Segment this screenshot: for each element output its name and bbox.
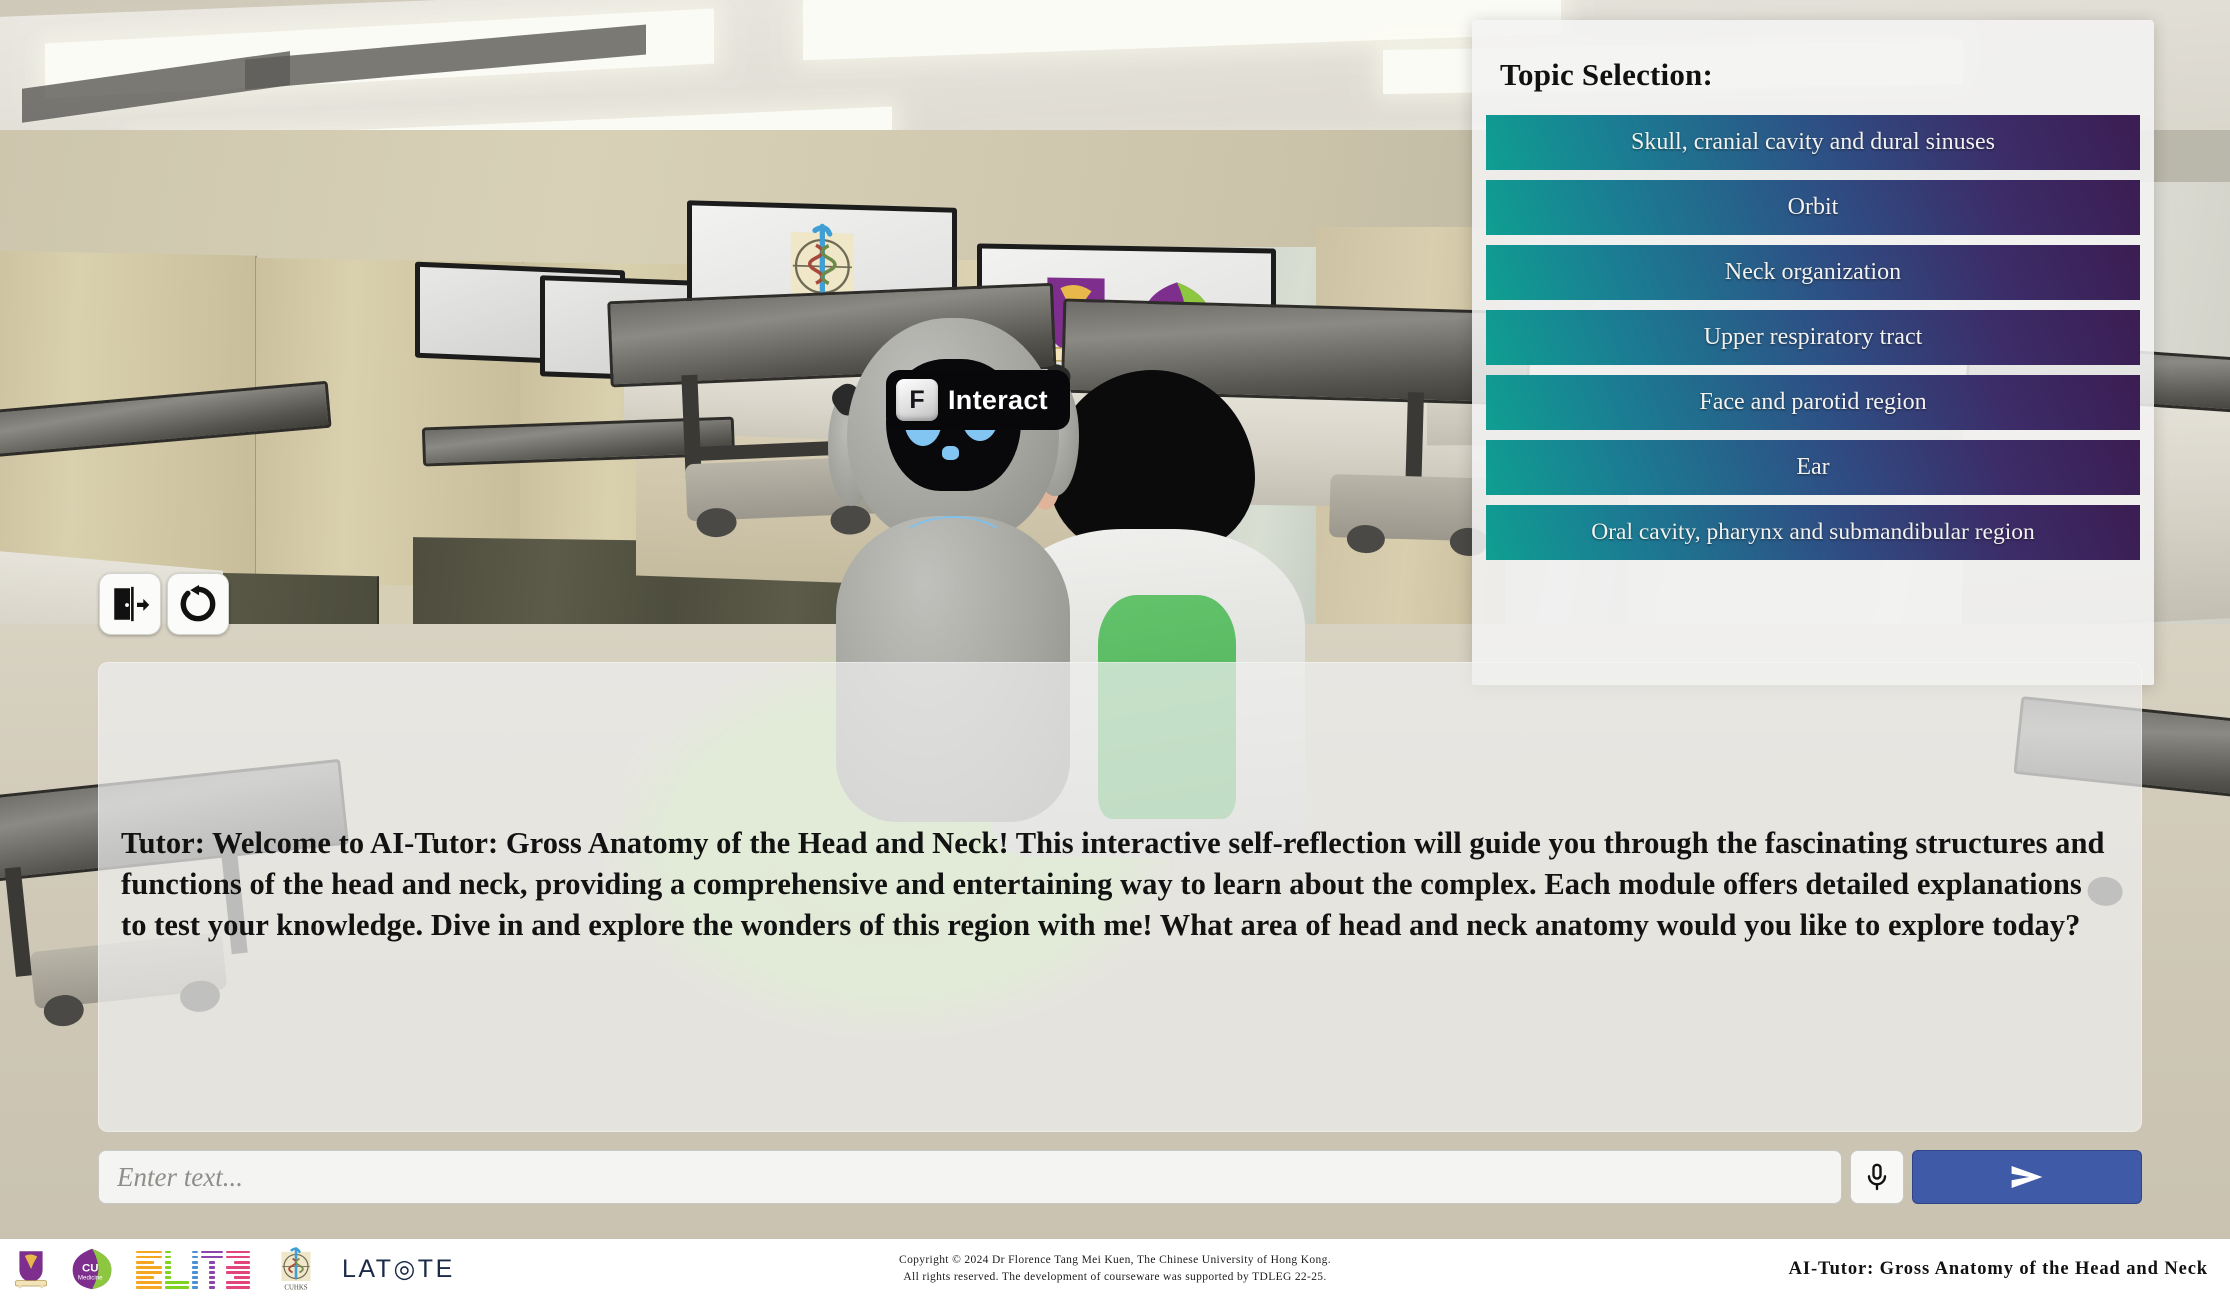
topic-button-skull[interactable]: Skull, cranial cavity and dural sinuses (1486, 115, 2140, 170)
elite-logo (136, 1246, 250, 1292)
topic-button-ear[interactable]: Ear (1486, 440, 2140, 495)
interact-prompt-label: Interact (948, 384, 1048, 415)
table-wheel (1347, 525, 1386, 555)
elite-letter-e (136, 1250, 162, 1289)
copyright-line-1: Copyright © 2024 Dr Florence Tang Mei Ku… (899, 1254, 1331, 1267)
cu-medicine-icon: CU Medicine (72, 1248, 112, 1290)
robot-neck-trim (897, 515, 1010, 575)
elite-logo-bars (136, 1249, 250, 1289)
topic-selection-panel: Topic Selection: Skull, cranial cavity a… (1472, 20, 2154, 685)
send-arrow-icon (2011, 1166, 2043, 1188)
hud-left-controls (99, 573, 229, 635)
svg-text:CU: CU (82, 1263, 99, 1275)
cuhk-anatomy-seal-logo: CUHKS (272, 1246, 320, 1292)
footer-logo-group: CU Medicine CUHKS LAT◎TE (14, 1246, 455, 1292)
exit-icon (114, 586, 150, 622)
chat-input-bar (98, 1150, 2142, 1204)
footer-app-title: AI-Tutor: Gross Anatomy of the Head and … (1788, 1258, 2208, 1279)
cuhk-anatomy-seal-icon: CUHKS (281, 1247, 311, 1292)
exit-button[interactable] (99, 573, 161, 635)
elite-letter-t (201, 1250, 223, 1289)
topic-list: Skull, cranial cavity and dural sinuses … (1472, 115, 2154, 560)
footer-bar: CU Medicine CUHKS LAT◎TE Copyright © 202… (0, 1239, 2230, 1299)
robot-head (847, 318, 1060, 546)
topic-button-upper-respiratory-tract[interactable]: Upper respiratory tract (1486, 310, 2140, 365)
cu-medicine-logo: CU Medicine (70, 1246, 114, 1292)
elite-letter-l (165, 1250, 189, 1289)
application-root: CUHKS CU Medicine (0, 0, 2230, 1299)
topic-button-neck-organization[interactable]: Neck organization (1486, 245, 2140, 300)
cuhk-crest-icon (15, 1251, 47, 1289)
topic-button-face-and-parotid-region[interactable]: Face and parotid region (1486, 375, 2140, 430)
key-f-badge: F (896, 379, 938, 421)
copyright-text: Copyright © 2024 Dr Florence Tang Mei Ku… (899, 1252, 1331, 1285)
send-button[interactable] (1912, 1150, 2142, 1204)
interact-prompt[interactable]: F Interact (886, 370, 1070, 430)
elite-letter-i (192, 1250, 198, 1289)
chat-text-input[interactable] (98, 1150, 1842, 1204)
cuhk-crest-logo (14, 1246, 48, 1292)
latote-logo: LAT◎TE (342, 1255, 455, 1283)
dialogue-text: Tutor: Welcome to AI-Tutor: Gross Anatom… (121, 826, 2105, 942)
reset-icon (180, 584, 216, 622)
reset-button[interactable] (167, 573, 229, 635)
table-leg (5, 867, 33, 978)
copyright-line-2: All rights reserved. The development of … (903, 1271, 1327, 1283)
dissection-table (0, 380, 341, 567)
robot-nose (942, 446, 959, 461)
elite-letter-e2 (226, 1250, 250, 1289)
microphone-button[interactable] (1850, 1150, 1904, 1204)
dialogue-panel: Tutor: Welcome to AI-Tutor: Gross Anatom… (98, 662, 2142, 1132)
table-wheel (696, 507, 738, 539)
topic-button-oral-cavity[interactable]: Oral cavity, pharynx and submandibular r… (1486, 505, 2140, 560)
topic-panel-title: Topic Selection: (1500, 57, 1714, 92)
svg-text:CUHKS: CUHKS (284, 1285, 307, 1292)
microphone-icon (1867, 1163, 1887, 1191)
topic-button-orbit[interactable]: Orbit (1486, 180, 2140, 235)
svg-text:Medicine: Medicine (78, 1275, 103, 1282)
